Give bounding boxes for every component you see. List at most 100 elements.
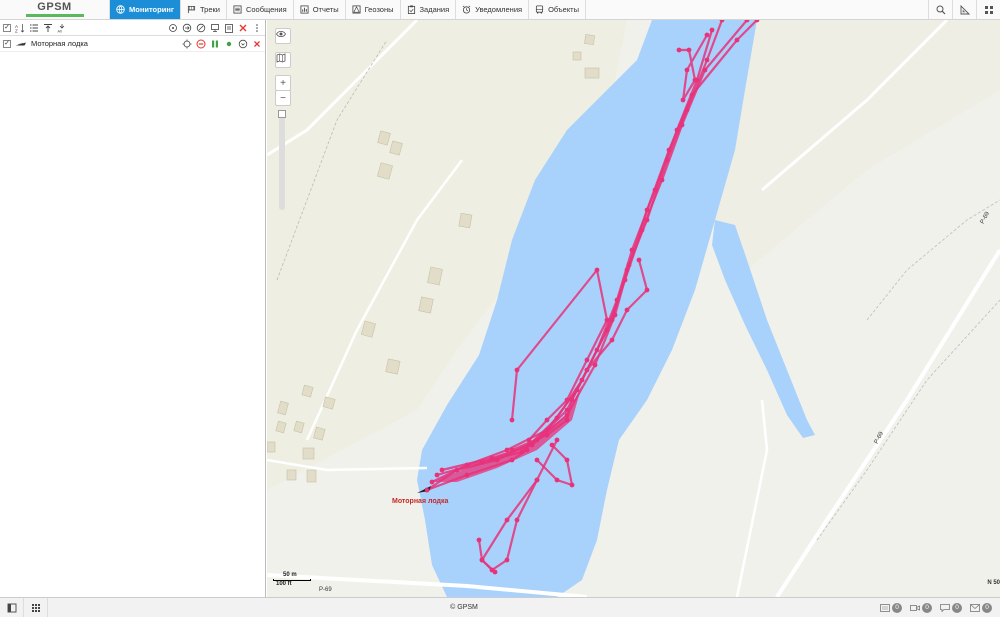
map-view[interactable]: + − Моторная лодка 50 m 100 ft Р-69 Р-69…: [267, 20, 1000, 597]
track-point[interactable]: [636, 257, 642, 263]
track-point[interactable]: [686, 47, 692, 53]
units-panel: ✓ AZ All ✓ Моторная лодка: [0, 20, 266, 597]
tab-objects[interactable]: Объекты: [529, 0, 587, 19]
unit-disabled-indicator[interactable]: [196, 39, 206, 49]
unit-map-label[interactable]: Моторная лодка: [392, 498, 448, 505]
track-point[interactable]: [692, 77, 698, 83]
search-button[interactable]: [928, 0, 952, 19]
tab-tracks[interactable]: Треки: [181, 0, 227, 19]
track-point[interactable]: [734, 37, 740, 43]
track-point[interactable]: [492, 569, 498, 575]
track-point[interactable]: [704, 57, 710, 63]
track-point[interactable]: [584, 357, 590, 363]
track-point[interactable]: [509, 417, 515, 423]
map-canvas[interactable]: [267, 20, 1000, 597]
tab-messages[interactable]: Сообщения: [227, 0, 294, 19]
follow-unit-button[interactable]: [182, 39, 192, 49]
zoom-out-label: −: [280, 92, 286, 104]
vertical-dots-icon: [256, 23, 258, 32]
track-point[interactable]: [434, 472, 440, 478]
sort-alpha-button[interactable]: AZ: [15, 23, 25, 33]
select-all-checkbox[interactable]: ✓: [3, 23, 11, 32]
panel-toggle-icon: [7, 603, 16, 612]
track-point[interactable]: [439, 467, 445, 473]
geofence-icon: [352, 5, 361, 14]
track-point[interactable]: [666, 147, 672, 153]
grid-view-button[interactable]: [24, 598, 48, 617]
map-icon: [276, 53, 286, 63]
track-point[interactable]: [680, 97, 686, 103]
track-point[interactable]: [584, 367, 590, 373]
status-bar: © GPSM 0 0 0 0: [0, 597, 1000, 617]
commands-all-button[interactable]: [182, 23, 192, 33]
track-point[interactable]: [504, 557, 510, 563]
logo[interactable]: GPSM: [0, 0, 110, 19]
envelope-counter[interactable]: 0: [970, 602, 992, 613]
track-point[interactable]: [604, 317, 610, 323]
track-point[interactable]: [514, 517, 520, 523]
track-point[interactable]: [504, 517, 510, 523]
tab-tasks[interactable]: Задания: [401, 0, 457, 19]
track-point[interactable]: [569, 482, 575, 488]
move-up-button[interactable]: [43, 23, 53, 33]
track-point[interactable]: [612, 312, 618, 318]
trips-all-button[interactable]: [224, 23, 234, 33]
track-point[interactable]: [626, 262, 632, 268]
follow-all-button[interactable]: [168, 23, 178, 33]
crosshair-icon: [169, 23, 177, 32]
track-point[interactable]: [554, 415, 560, 421]
info-circle-icon: [238, 39, 248, 48]
track-point[interactable]: [676, 47, 682, 53]
track-point[interactable]: [554, 477, 560, 483]
track-point[interactable]: [534, 457, 540, 463]
pause-unit-button[interactable]: [210, 39, 220, 49]
track-point[interactable]: [684, 67, 690, 73]
track-point[interactable]: [609, 337, 615, 343]
track-point[interactable]: [644, 287, 650, 293]
track-point[interactable]: [689, 92, 695, 98]
connection-all-button[interactable]: [196, 23, 206, 33]
track-point[interactable]: [644, 207, 650, 213]
track-point[interactable]: [704, 32, 710, 38]
zoom-slider[interactable]: [278, 110, 286, 210]
map-layer-button[interactable]: [275, 52, 291, 68]
remove-all-button[interactable]: [238, 23, 248, 33]
zoom-out-button[interactable]: −: [275, 90, 291, 106]
measure-button[interactable]: [952, 0, 976, 19]
track-point[interactable]: [544, 417, 550, 423]
tab-reports[interactable]: Отчеты: [294, 0, 346, 19]
track-point[interactable]: [526, 437, 532, 443]
track-point[interactable]: [564, 457, 570, 463]
track-point[interactable]: [479, 557, 485, 563]
show-all-button[interactable]: All: [57, 23, 67, 33]
track-point[interactable]: [594, 267, 600, 273]
tab-geofences[interactable]: Геозоны: [346, 0, 401, 19]
toggle-panel-button[interactable]: [0, 598, 24, 617]
track-point[interactable]: [702, 67, 708, 73]
unit-info-button[interactable]: [238, 39, 248, 49]
video-counter[interactable]: 0: [910, 602, 932, 613]
devices-all-button[interactable]: [210, 23, 220, 33]
zoom-in-button[interactable]: +: [275, 75, 291, 91]
track-point[interactable]: [554, 437, 560, 443]
layers-visibility-button[interactable]: [275, 28, 291, 44]
apps-menu-button[interactable]: [976, 0, 1000, 19]
sms-counter[interactable]: 0: [880, 602, 902, 613]
track-point[interactable]: [709, 27, 715, 33]
track-point[interactable]: [564, 397, 570, 403]
tab-monitoring[interactable]: Мониторинг: [110, 0, 181, 19]
unit-list-item[interactable]: ✓ Моторная лодка: [0, 36, 265, 52]
unit-checkbox[interactable]: ✓: [3, 39, 11, 48]
tab-notifications[interactable]: Уведомления: [456, 0, 530, 19]
track-point[interactable]: [624, 307, 630, 313]
list-view-button[interactable]: [29, 23, 39, 33]
chat-counter[interactable]: 0: [940, 602, 962, 613]
track-point[interactable]: [476, 537, 482, 543]
track-point[interactable]: [659, 177, 665, 183]
list-view-icon: [30, 24, 38, 31]
remove-unit-button[interactable]: [252, 39, 262, 49]
track-point[interactable]: [514, 367, 520, 373]
zoom-slider-handle[interactable]: [278, 110, 286, 118]
panel-menu-button[interactable]: [252, 23, 262, 33]
track-point[interactable]: [534, 477, 540, 483]
